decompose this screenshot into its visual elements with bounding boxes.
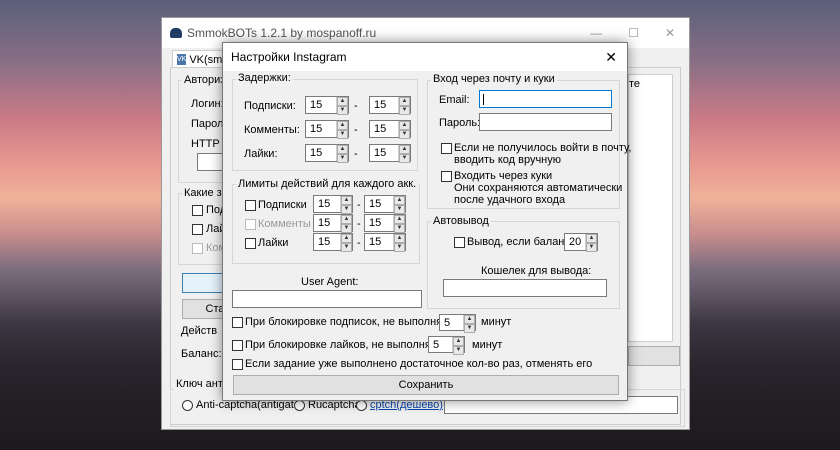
limit-like-from[interactable]: 15 ▲ ▼ [313,233,353,252]
limits-group-title: Лимиты действий для каждого акк. [236,178,419,190]
limit-comment-from[interactable]: 15 ▲ ▼ [313,214,353,233]
delay-follow-label: Подписки: [244,100,296,112]
skip-done-label: Если задание уже выполнено достаточное к… [245,358,593,370]
block-follow-label: При блокировке подписок, не выполнять их [245,316,468,328]
task-like-checkbox[interactable] [192,224,203,235]
block-like-minutes[interactable]: 5 ▲ ▼ [428,336,465,355]
manual-code-label-line2: вводить код вручную [454,154,562,166]
start-button-label: Ста [205,303,225,315]
limit-dash: - [357,237,361,249]
limit-comment-to[interactable]: 15 ▲ ▼ [364,214,406,233]
delay-comment-from[interactable]: 15 ▲ ▼ [305,120,349,139]
withdraw-label: Вывод, если баланс> [467,236,577,248]
dialog-title: Настройки Instagram [231,50,347,64]
instagram-settings-dialog: Настройки Instagram ✕ Задержки: Подписки… [222,42,632,401]
save-button[interactable]: Сохранить [233,375,619,395]
limit-dash: - [357,199,361,211]
cookies-label-line2: Они сохраняются автоматически [454,182,623,194]
delay-follow-from[interactable]: 15 ▲ ▼ [305,96,349,115]
block-follow-minutes[interactable]: 5 ▲ ▼ [439,314,476,333]
autowithdraw-group-title: Автовывод [431,215,491,227]
limit-dash: - [357,218,361,230]
log-text-fragment: те [629,78,641,90]
limit-like-to[interactable]: 15 ▲ ▼ [364,233,406,252]
cookies-label-line3: после удачного входа [454,194,566,206]
cookies-checkbox[interactable] [441,171,452,182]
delay-dash: - [354,124,358,136]
delay-like-to[interactable]: 15 ▲ ▼ [369,144,411,163]
maximize-icon[interactable]: ☐ [628,26,639,40]
cookies-label-line1: Входить через куки [454,170,553,182]
delay-like-from[interactable]: 15 ▲ ▼ [305,144,349,163]
login-label: Логин: [191,98,224,110]
app-icon [170,28,182,38]
log-box [628,74,673,342]
minimize-icon[interactable]: — [590,26,602,40]
limit-like-label: Лайки [258,237,289,249]
user-agent-label: User Agent: [301,276,359,288]
dialog-titlebar: Настройки Instagram ✕ [223,43,627,71]
delay-comment-label: Комменты: [244,124,300,136]
delay-follow-to[interactable]: 15 ▲ ▼ [369,96,411,115]
user-agent-input[interactable] [232,290,422,308]
withdraw-threshold[interactable]: 20 ▲ ▼ [564,233,598,252]
delay-dash: - [354,148,358,160]
email-password-label: Пароль: [439,117,481,129]
anticaptcha-radio[interactable] [182,400,193,411]
cptch-radio[interactable] [356,400,367,411]
actions-label: Действ [181,325,218,337]
block-follow-checkbox[interactable] [232,317,243,328]
manual-code-checkbox[interactable] [441,143,452,154]
delay-like-label: Лайки: [244,148,278,160]
vk-icon: VK [177,54,187,65]
limit-follow-checkbox[interactable] [245,200,256,211]
task-follow-checkbox[interactable] [192,205,203,216]
manual-code-label-line1: Если не получилось войти в почту, [454,142,632,154]
limit-comment-checkbox[interactable] [245,219,256,230]
limit-follow-to[interactable]: 15 ▲ ▼ [364,195,406,214]
skip-done-checkbox[interactable] [232,359,243,370]
email-label: Email: [439,94,470,106]
limit-follow-from[interactable]: 15 ▲ ▼ [313,195,353,214]
block-like-checkbox[interactable] [232,340,243,351]
main-title: SmmokBOTs 1.2.1 by mospanoff.ru [187,26,377,40]
dialog-close-icon[interactable]: ✕ [605,49,617,66]
limit-comment-label: Комменты [258,218,311,230]
delay-dash: - [354,100,358,112]
email-input[interactable] [479,90,612,108]
email-password-input[interactable] [479,113,612,131]
withdraw-checkbox[interactable] [454,237,465,248]
block-follow-unit: минут [481,316,512,328]
limit-follow-label: Подписки [258,199,307,211]
close-icon[interactable]: ✕ [665,26,675,40]
rucaptcha-radio[interactable] [294,400,305,411]
login-group-title: Вход через почту и куки [431,73,557,85]
block-like-label: При блокировке лайков, не выполнять их [245,339,457,351]
block-like-unit: минут [472,339,503,351]
delays-group-title: Задержки: [236,72,293,84]
delay-comment-to[interactable]: 15 ▲ ▼ [369,120,411,139]
wallet-label: Кошелек для вывода: [481,265,592,277]
save-button-label: Сохранить [398,379,454,391]
limit-like-checkbox[interactable] [245,238,256,249]
wallet-input[interactable] [443,279,607,297]
task-comment-checkbox[interactable] [192,243,203,254]
log-button[interactable] [628,346,680,366]
